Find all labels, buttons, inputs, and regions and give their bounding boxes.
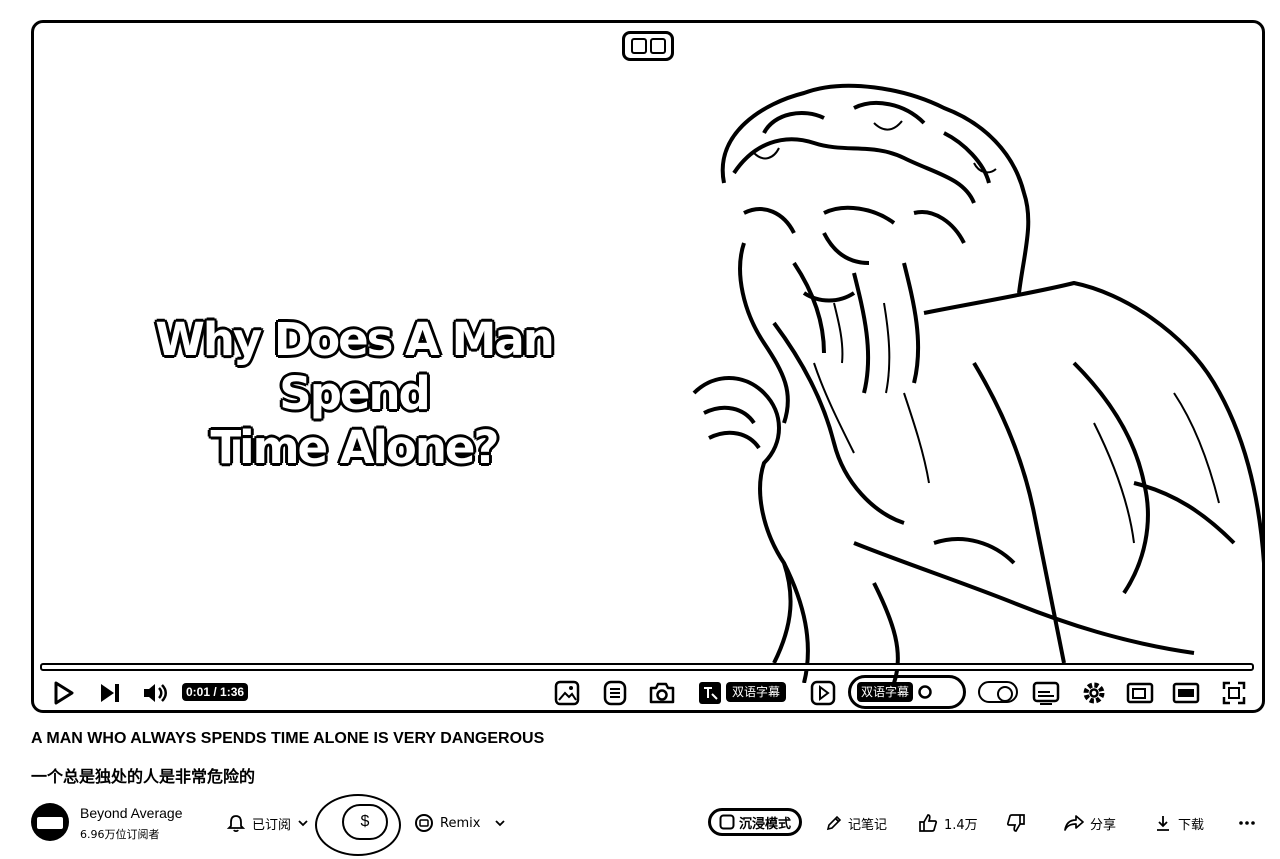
immersive-label: 沉浸模式 — [738, 816, 791, 832]
overlay-title-line-2: Time Alone? — [210, 421, 499, 474]
like-button[interactable]: 1.4万 — [918, 812, 978, 834]
thumbs-down-icon — [1006, 814, 1025, 832]
record-icon — [918, 685, 932, 699]
gear-icon[interactable] — [1078, 677, 1110, 709]
bell-icon — [226, 815, 246, 833]
dislike-button[interactable] — [1006, 812, 1026, 834]
video-player[interactable]: Why Does A Man Spend Time Alone? 0:01 / … — [31, 20, 1265, 713]
subtitles-icon[interactable] — [1030, 677, 1062, 709]
thanks-button[interactable]: $ — [342, 804, 388, 840]
notes-label: 记笔记 — [848, 817, 888, 833]
next-icon[interactable] — [94, 677, 126, 709]
bilingual-subtitle-chip[interactable]: 双语字幕 — [857, 682, 914, 702]
thumbs-up-icon — [919, 814, 938, 832]
player-controls: 0:01 / 1:36 双语字幕 双语字幕 — [34, 675, 1262, 710]
immersive-mode-button[interactable]: 沉浸模式 — [708, 808, 802, 836]
thinker-statue-image — [692, 83, 1262, 683]
overlay-title-line-1: Why Does A Man Spend — [155, 313, 555, 420]
immersive-icon — [719, 814, 735, 830]
video-title-zh: 一个总是独处的人是非常危险的 — [31, 767, 256, 786]
remix-button[interactable]: Remix — [414, 812, 506, 834]
subscribed-label: 已订阅 — [252, 817, 292, 833]
subscriber-count: 6.96万位订阅者 — [80, 828, 160, 841]
time-display: 0:01 / 1:36 — [182, 683, 249, 701]
download-label: 下载 — [1178, 817, 1205, 833]
bilingual-subtitle-button[interactable]: 双语字幕 — [726, 682, 787, 702]
more-options-icon[interactable] — [1238, 812, 1256, 834]
share-icon — [1064, 815, 1084, 831]
download-button[interactable]: 下载 — [1154, 812, 1204, 834]
volume-icon[interactable] — [138, 677, 172, 709]
fullscreen-icon[interactable] — [1218, 677, 1250, 709]
transcript-icon[interactable] — [600, 677, 630, 709]
progress-bar[interactable] — [40, 663, 1254, 671]
take-notes-button[interactable]: 记笔记 — [826, 812, 887, 834]
remix-label: Remix — [440, 815, 481, 831]
theater-mode-icon[interactable] — [1170, 677, 1202, 709]
image-icon[interactable] — [552, 677, 582, 709]
miniplayer-icon[interactable] — [1124, 677, 1156, 709]
like-count: 1.4万 — [944, 817, 978, 833]
chevron-down-icon — [298, 820, 308, 827]
play-icon[interactable] — [48, 677, 80, 709]
video-overlay-title: Why Does A Man Spend Time Alone? — [74, 313, 634, 475]
picture-in-picture-top-icon[interactable] — [622, 31, 674, 61]
channel-avatar[interactable] — [31, 803, 69, 841]
autoplay-toggle[interactable] — [978, 681, 1018, 703]
play-box-icon[interactable] — [808, 677, 838, 709]
download-icon — [1157, 816, 1169, 831]
translate-icon[interactable] — [696, 677, 724, 709]
channel-name[interactable]: Beyond Average — [80, 805, 183, 821]
edit-icon — [826, 815, 842, 831]
remix-icon — [415, 814, 433, 832]
share-button[interactable]: 分享 — [1064, 812, 1116, 834]
video-title-en: A MAN WHO ALWAYS SPENDS TIME ALONE IS VE… — [31, 730, 545, 747]
subtitle-toggle-group[interactable]: 双语字幕 — [848, 675, 966, 709]
camera-icon[interactable] — [646, 677, 678, 709]
chevron-down-icon — [495, 820, 506, 827]
share-label: 分享 — [1090, 817, 1117, 833]
subscribed-button[interactable]: 已订阅 — [226, 812, 309, 834]
